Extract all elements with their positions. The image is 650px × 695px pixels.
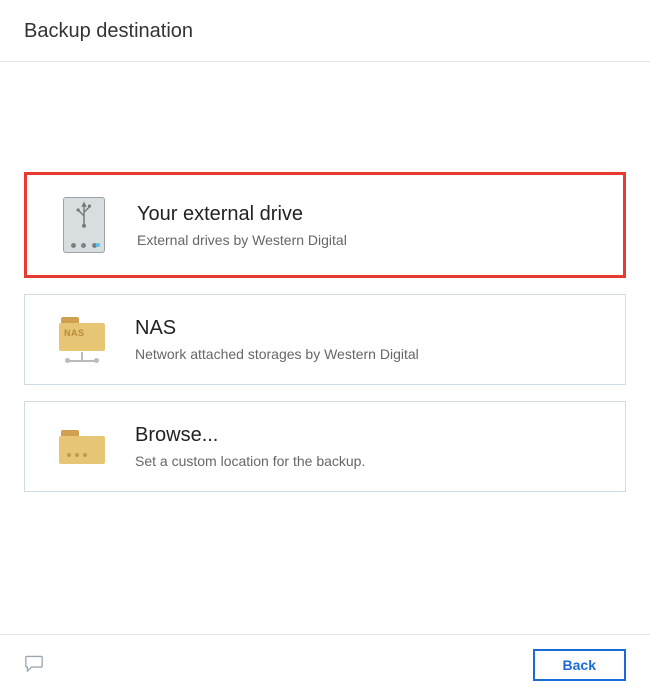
option-title: Your external drive (137, 203, 347, 226)
external-drive-icon (49, 197, 119, 253)
nas-folder-icon: NAS (47, 317, 117, 362)
options-list: Your external drive External drives by W… (0, 62, 650, 528)
option-title: Browse... (135, 424, 365, 447)
footer: Back (0, 634, 650, 695)
page-title: Backup destination (24, 20, 626, 43)
option-external-drive[interactable]: Your external drive External drives by W… (24, 172, 626, 278)
nas-folder-label: NAS (64, 328, 85, 338)
option-subtitle: External drives by Western Digital (137, 232, 347, 248)
back-button[interactable]: Back (533, 649, 626, 681)
option-subtitle: Set a custom location for the backup. (135, 453, 365, 469)
page-header: Backup destination (0, 0, 650, 62)
chat-icon[interactable] (24, 654, 44, 677)
option-subtitle: Network attached storages by Western Dig… (135, 346, 419, 362)
browse-folder-icon (47, 430, 117, 464)
option-nas[interactable]: NAS NAS Network attached storages by Wes… (24, 294, 626, 385)
option-title: NAS (135, 317, 419, 340)
option-browse[interactable]: Browse... Set a custom location for the … (24, 401, 626, 492)
